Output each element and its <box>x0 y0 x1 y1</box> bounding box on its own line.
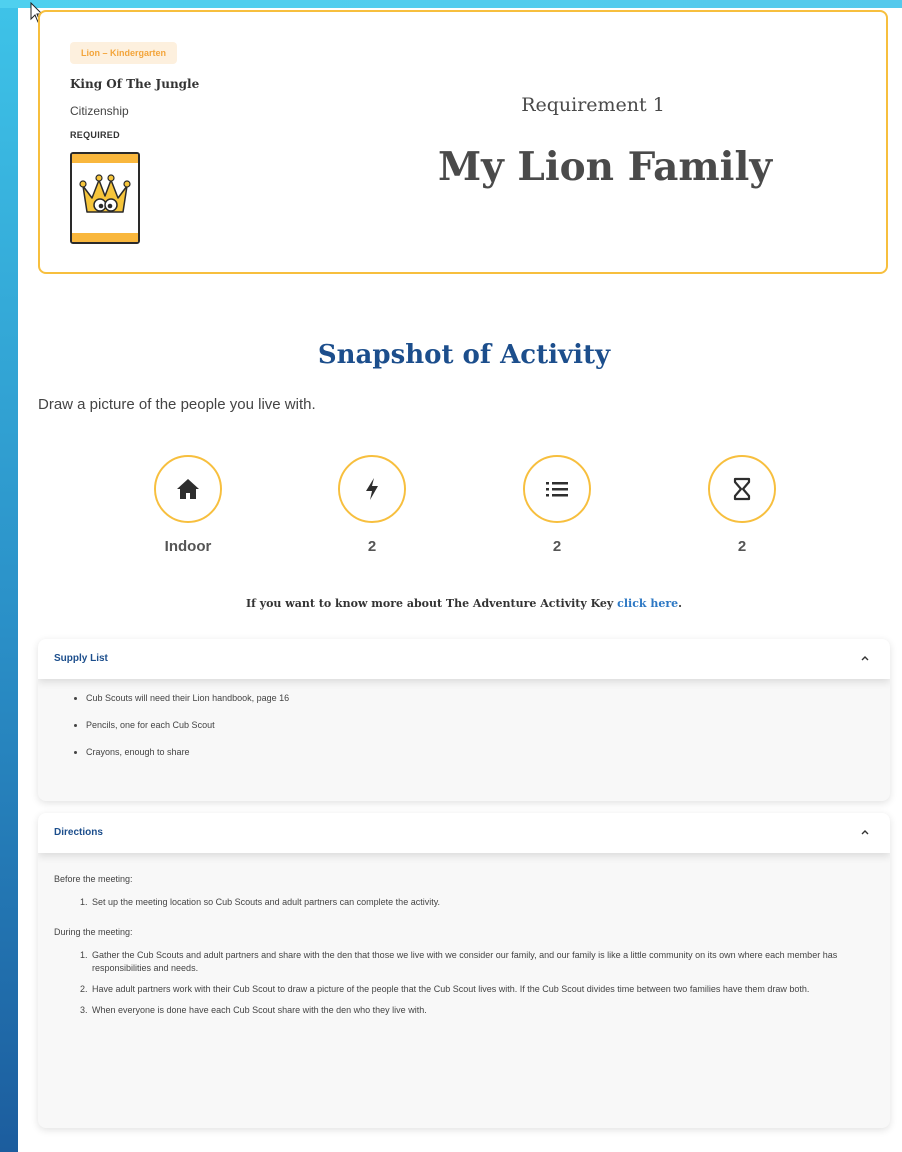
direction-step: Set up the meeting location so Cub Scout… <box>90 896 874 909</box>
key-circle <box>708 455 776 523</box>
background-top-strip <box>0 0 902 8</box>
supply-item: Pencils, one for each Cub Scout <box>86 720 872 730</box>
chevron-up-icon[interactable] <box>860 827 870 837</box>
crown-icon <box>79 174 131 213</box>
activity-key-prep-time: 2 <box>672 455 812 555</box>
supply-list-header[interactable]: Supply List <box>38 639 890 679</box>
background-left-strip <box>0 0 18 1152</box>
during-meeting-steps: Gather the Cub Scouts and adult partners… <box>54 949 874 1017</box>
during-meeting-label: During the meeting: <box>54 927 133 938</box>
key-circle <box>154 455 222 523</box>
before-meeting-label: Before the meeting: <box>54 874 133 884</box>
adventure-category: Citizenship <box>70 104 129 118</box>
key-circle <box>338 455 406 523</box>
key-circle <box>523 455 591 523</box>
activity-key-supplies: 2 <box>487 455 627 555</box>
directions-header[interactable]: Directions <box>38 813 890 853</box>
key-label: 2 <box>737 538 747 555</box>
supply-list-panel: Supply List Cub Scouts will need their L… <box>38 639 890 801</box>
home-icon <box>177 479 199 499</box>
directions-title: Directions <box>54 827 103 838</box>
activity-key-info: If you want to know more about The Adven… <box>38 597 890 610</box>
activity-key-link[interactable]: click here <box>617 597 678 610</box>
direction-step: Have adult partners work with their Cub … <box>90 983 874 996</box>
activity-key-info-end: . <box>678 597 682 610</box>
adventure-emblem <box>70 152 140 244</box>
supply-item: Crayons, enough to share <box>86 747 872 757</box>
lightning-icon <box>366 478 378 500</box>
direction-step: When everyone is done have each Cub Scou… <box>90 1004 874 1017</box>
supply-items: Cub Scouts will need their Lion handbook… <box>56 693 872 757</box>
directions-body: Before the meeting: Set up the meeting l… <box>38 853 890 1052</box>
direction-step: Gather the Cub Scouts and adult partners… <box>90 949 874 975</box>
required-label: REQUIRED <box>70 130 120 140</box>
requirement-title: My Lion Family <box>438 144 772 190</box>
requirement-number: Requirement 1 <box>521 94 665 116</box>
snapshot-title: Snapshot of Activity <box>317 340 611 370</box>
key-label: Indoor <box>164 538 212 555</box>
key-label: 2 <box>552 538 562 555</box>
activity-key-location: Indoor <box>118 455 258 555</box>
supply-list-body: Cub Scouts will need their Lion handbook… <box>38 679 890 788</box>
chevron-up-icon[interactable] <box>860 653 870 663</box>
snapshot-description: Draw a picture of the people you live wi… <box>38 396 316 413</box>
before-meeting-steps: Set up the meeting location so Cub Scout… <box>54 896 874 909</box>
activity-key-info-text: If you want to know more about The Adven… <box>245 597 618 610</box>
adventure-name: King Of The Jungle <box>70 77 200 91</box>
supply-item: Cub Scouts will need their Lion handbook… <box>86 693 872 703</box>
directions-panel: Directions Before the meeting: Set up th… <box>38 813 890 1128</box>
hourglass-icon <box>733 477 751 501</box>
rank-badge[interactable]: Lion – Kindergarten <box>70 42 178 64</box>
requirement-header-card: Lion – Kindergarten King Of The Jungle C… <box>38 10 888 274</box>
activity-key-energy: 2 <box>302 455 442 555</box>
supply-list-title: Supply List <box>54 653 108 664</box>
list-icon <box>546 482 568 497</box>
key-label: 2 <box>367 538 377 555</box>
